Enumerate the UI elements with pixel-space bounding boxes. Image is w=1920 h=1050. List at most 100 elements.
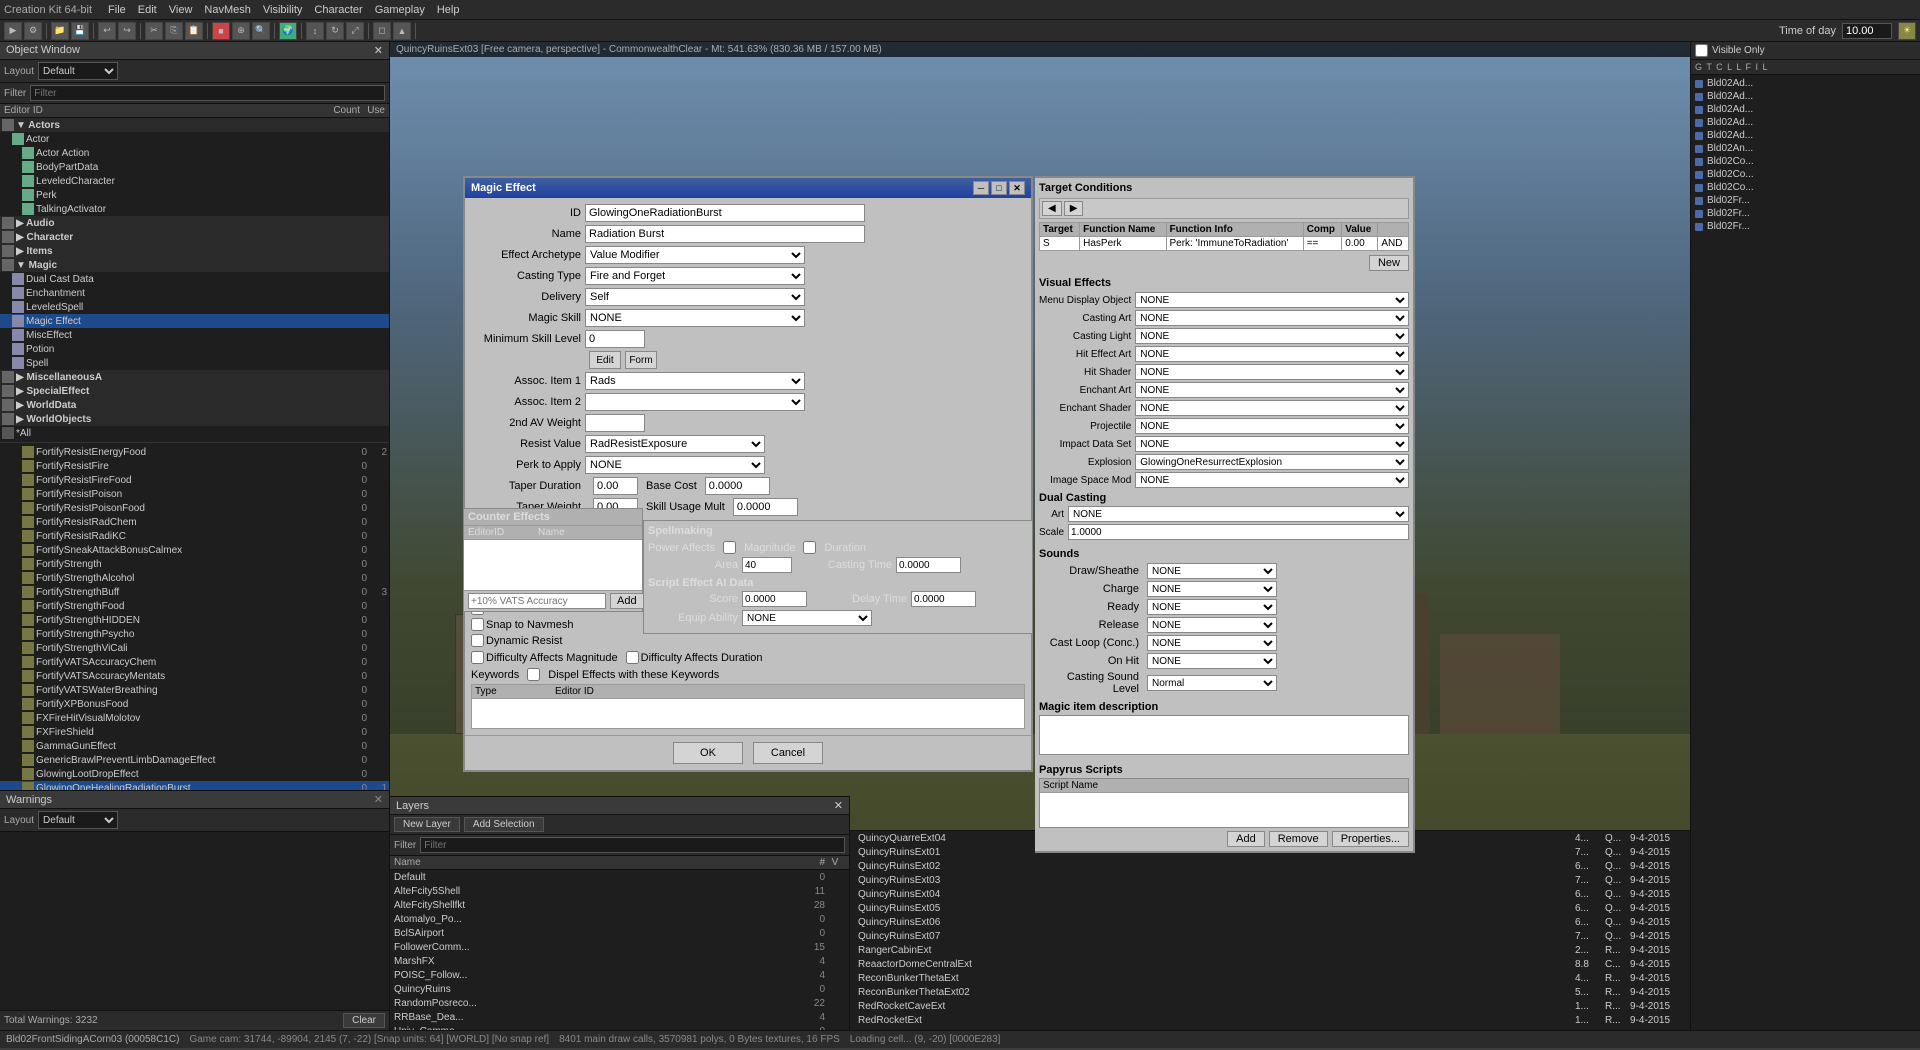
cell-item[interactable]: Bld02Fr... [1693, 220, 1918, 233]
med-archetype-select[interactable]: Value Modifier [585, 246, 805, 264]
tree-effect-item[interactable]: GammaGunEffect 0 [0, 739, 389, 753]
tree-item-all[interactable]: *All [0, 426, 389, 440]
menu-character[interactable]: Character [314, 4, 362, 16]
ve-enchant-art-select[interactable]: NONE [1135, 382, 1409, 398]
layer-row[interactable]: RandomPosreco...22 [390, 996, 849, 1010]
tree-effect-item[interactable]: FortifyResistFireFood 0 [0, 473, 389, 487]
med-casting-type-select[interactable]: Fire and Forget [585, 267, 805, 285]
flag-dynamic-resist[interactable] [471, 634, 484, 647]
tree-cat-worldobj[interactable]: ▶ WorldObjects [0, 412, 389, 426]
tree-cat-items[interactable]: ▶ Items [0, 244, 389, 258]
tree-cat-magic[interactable]: ▼ Magic [0, 258, 389, 272]
cell-item[interactable]: Bld02An... [1693, 142, 1918, 155]
med-edit-btn[interactable]: Edit [589, 351, 621, 369]
new-layer-btn[interactable]: New Layer [394, 817, 460, 832]
tree-effect-item[interactable]: FortifySneakAttackBonusCalmex 0 [0, 543, 389, 557]
med-close[interactable]: ✕ [1009, 181, 1025, 195]
world-object-row[interactable]: RangerCabinExt2...R...9-4-2015 [850, 943, 1690, 957]
snd-release-select[interactable]: NONE [1147, 617, 1277, 633]
tree-effect-item[interactable]: FortifyResistPoison 0 [0, 487, 389, 501]
tree-effect-item[interactable]: GlowingLootDropEffect 0 [0, 767, 389, 781]
ve-casting-light-select[interactable]: NONE [1135, 328, 1409, 344]
cell-item[interactable]: Bld02Fr... [1693, 194, 1918, 207]
add-selection-btn[interactable]: Add Selection [464, 817, 544, 832]
tree-effect-item[interactable]: FortifyVATSWaterBreathing 0 [0, 683, 389, 697]
ve-hit-effect-art-select[interactable]: NONE [1135, 346, 1409, 362]
world-object-row[interactable]: QuincyRuinsExt026...Q...9-4-2015 [850, 859, 1690, 873]
toolbar-icon-9[interactable]: 📋 [185, 22, 203, 40]
tree-effect-item[interactable]: FortifyStrengthAlcohol 0 [0, 571, 389, 585]
tree-effect-item[interactable]: FortifyResistRadiKC 0 [0, 529, 389, 543]
world-object-row[interactable]: RedRocketExt1...R...9-4-2015 [850, 1013, 1690, 1027]
layer-row[interactable]: QuincyRuins0 [390, 982, 849, 996]
tc-prev-btn[interactable]: ◀ [1042, 201, 1062, 216]
ve-hit-shader-select[interactable]: NONE [1135, 364, 1409, 380]
cell-item[interactable]: Bld02Ad... [1693, 90, 1918, 103]
med-resist-select[interactable]: RadResistExposure [585, 435, 765, 453]
warnings-close[interactable]: ✕ [374, 793, 383, 806]
duration-checkbox[interactable] [803, 541, 816, 554]
snd-on-hit-select[interactable]: NONE [1147, 653, 1277, 669]
toolbar-icon-5[interactable]: ↩ [98, 22, 116, 40]
toolbar-icon-land[interactable]: ▲ [393, 22, 411, 40]
med-maximize[interactable]: □ [991, 181, 1007, 195]
flag-diff-magnitude[interactable] [471, 651, 484, 664]
layer-row[interactable]: Atomalyo_Po...0 [390, 912, 849, 926]
layer-row[interactable]: AlteFcity5Shell11 [390, 884, 849, 898]
snd-charge-select[interactable]: NONE [1147, 581, 1277, 597]
world-object-row[interactable]: ReconBunkerThetaExt4...R...9-4-2015 [850, 971, 1690, 985]
flag-diff-duration[interactable] [626, 651, 639, 664]
menu-view[interactable]: View [169, 4, 193, 16]
menu-visibility[interactable]: Visibility [263, 4, 303, 16]
dc-scale-input[interactable] [1068, 524, 1409, 540]
menu-edit[interactable]: Edit [138, 4, 157, 16]
world-object-row[interactable]: QuincyRuinsExt066...Q...9-4-2015 [850, 915, 1690, 929]
med-assoc2-select[interactable] [585, 393, 805, 411]
tree-item-magic-effect[interactable]: Magic Effect [0, 314, 389, 328]
toolbar-icon-select[interactable]: ◻ [373, 22, 391, 40]
layer-row[interactable]: POISC_Follow...4 [390, 968, 849, 982]
warnings-clear-btn[interactable]: Clear [343, 1013, 385, 1028]
tree-effect-item[interactable]: FortifyStrengthBuff 0 3 [0, 585, 389, 599]
magic-desc-textarea[interactable] [1039, 715, 1409, 755]
equip-ability-select[interactable]: NONE [742, 610, 872, 626]
toolbar-icon-rotate[interactable]: ↻ [326, 22, 344, 40]
magnitude-checkbox[interactable] [723, 541, 736, 554]
world-object-row[interactable]: RedRocketCaveExt1...R...9-4-2015 [850, 999, 1690, 1013]
tree-item-leveled-spell[interactable]: LeveledSpell [0, 300, 389, 314]
tree-effect-item[interactable]: FortifyVATSAccuracyMentats 0 [0, 669, 389, 683]
med-delivery-select[interactable]: Self [585, 288, 805, 306]
tree-effect-item[interactable]: FortifyXPBonusFood 0 [0, 697, 389, 711]
dc-art-select[interactable]: NONE [1068, 506, 1409, 522]
tree-item-enchant[interactable]: Enchantment [0, 286, 389, 300]
ve-impact-data-select[interactable]: NONE [1135, 436, 1409, 452]
ve-image-space-select[interactable]: NONE [1135, 472, 1409, 488]
world-object-row[interactable]: QuincyRuinsExt037...Q...9-4-2015 [850, 873, 1690, 887]
med-skill-usage-input[interactable] [733, 498, 798, 516]
tree-item-body-part[interactable]: BodyPartData [0, 160, 389, 174]
med-form-btn[interactable]: Form [625, 351, 657, 369]
object-window-close[interactable]: ✕ [374, 44, 383, 57]
ve-menu-display-select[interactable]: NONE [1135, 292, 1409, 308]
toolbar-icon-2[interactable]: ⚙ [24, 22, 42, 40]
toolbar-icon-1[interactable]: ▶ [4, 22, 22, 40]
toolbar-icon-world[interactable]: 🌍 [279, 22, 297, 40]
tree-item-misc-effect[interactable]: MiscEffect [0, 328, 389, 342]
snd-casting-sound-select[interactable]: Normal [1147, 675, 1277, 691]
visible-only-checkbox[interactable] [1695, 44, 1708, 57]
cell-item[interactable]: Bld02Ad... [1693, 103, 1918, 116]
tree-effect-item[interactable]: FortifyStrengthHIDDEN 0 [0, 613, 389, 627]
cell-item[interactable]: Bld02Ad... [1693, 116, 1918, 129]
tree-cat-misc[interactable]: ▶ MiscellaneousA [0, 370, 389, 384]
med-id-input[interactable] [585, 204, 865, 222]
ce-add-btn[interactable]: Add [610, 593, 644, 609]
layers-filter-input[interactable] [420, 837, 845, 853]
toolbar-icon-7[interactable]: ✂ [145, 22, 163, 40]
world-object-row[interactable]: ReaactorDomeCentralExt8.8C...9-4-2015 [850, 957, 1690, 971]
toolbar-icon-12[interactable]: 🔍 [252, 22, 270, 40]
tree-item-talking[interactable]: TalkingActivator [0, 202, 389, 216]
med-av-weight-input[interactable] [585, 414, 645, 432]
flag-snap-navmesh[interactable] [471, 618, 484, 631]
toolbar-icon-move[interactable]: ↕ [306, 22, 324, 40]
cell-item[interactable]: Bld02Ad... [1693, 77, 1918, 90]
